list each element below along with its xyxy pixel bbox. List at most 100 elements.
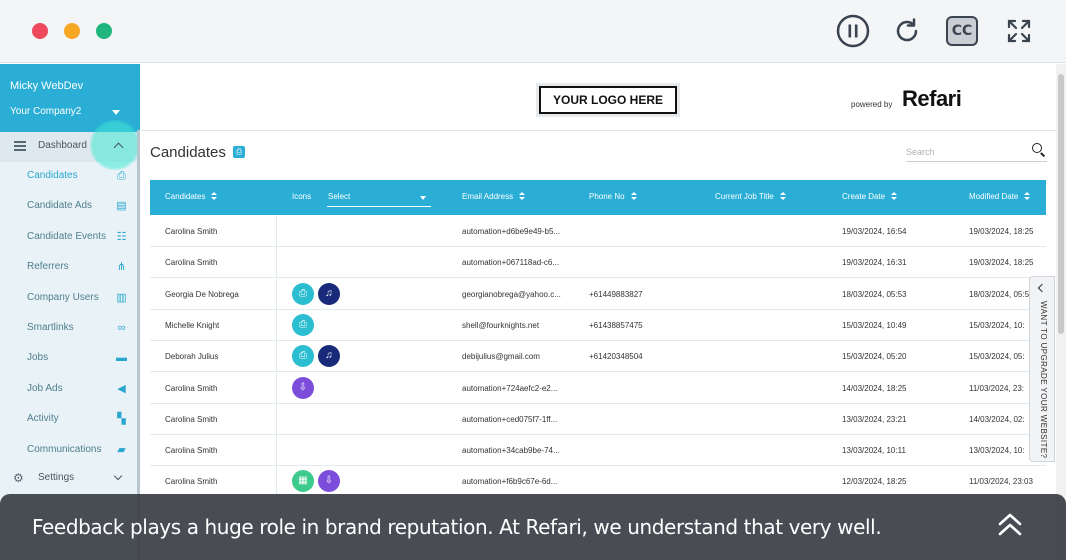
company-logo: YOUR LOGO HERE — [536, 83, 680, 117]
table-row[interactable]: Carolina Smith automation+067118ad-c6... 1… — [150, 247, 1046, 279]
bell-icon[interactable]: ♫ — [318, 282, 340, 305]
table-row[interactable]: Deborah Julius debijulius@gmail.com +61420… — [150, 341, 1046, 373]
caret-down-icon[interactable] — [112, 110, 120, 115]
collapse-caption-button[interactable] — [996, 512, 1024, 543]
restart-button[interactable] — [890, 14, 924, 48]
sidebar-item-company-users[interactable]: Company Users ▥ — [0, 284, 138, 314]
candidate-ad-icon: ▤ — [116, 200, 127, 213]
table-row[interactable]: Carolina Smith automation+724aefc2-e2... 1… — [150, 372, 1046, 404]
cell-modified-date: 19/03/2024, 18:25 — [969, 227, 1034, 236]
briefcase-icon: ▬ — [116, 352, 127, 365]
upgrade-tab-label: WANT TO UPGRADE YOUR WEBSITE? — [1039, 301, 1048, 459]
header-divider — [141, 130, 1056, 131]
powered-by-label: powered by — [851, 100, 893, 109]
table-row[interactable]: Georgia De Nobrega georgianobrega@yahoo.c… — [150, 278, 1046, 310]
cell-modified-date: 15/03/2024, 05: — [969, 352, 1025, 362]
sidebar-item-label: Candidates — [27, 170, 78, 181]
column-divider — [276, 403, 277, 435]
link-icon: ∞ — [117, 322, 126, 334]
company-selector[interactable]: Your Company2 — [10, 106, 81, 117]
bell-icon[interactable]: ♫ — [318, 345, 340, 368]
brand-logo: Refari — [902, 86, 962, 111]
table-row[interactable]: Carolina Smith automation+ced075f7-1ff...… — [150, 403, 1046, 435]
caption-bar: Feedback plays a huge role in brand repu… — [0, 494, 1066, 560]
sidebar-item-activity[interactable]: Activity ▚ — [0, 405, 138, 435]
chevron-left-icon — [1037, 283, 1047, 293]
cell-email: shell@fourknights.net — [462, 320, 540, 330]
cell-candidate-name: Carolina Smith — [165, 258, 218, 268]
minimize-dot[interactable] — [64, 23, 80, 39]
search-icon[interactable] — [1032, 143, 1042, 153]
sort-icon — [1024, 192, 1031, 200]
cell-email: automation+d6be9e49-b5... — [462, 227, 561, 236]
sidebar-item-job-ads[interactable]: Job Ads ◀ — [0, 375, 138, 405]
column-header-candidates[interactable]: Candidates — [165, 192, 218, 201]
scrollbar-thumb[interactable] — [1058, 74, 1064, 334]
column-divider — [276, 372, 277, 404]
column-header-create-date[interactable]: Create Date — [842, 192, 898, 201]
close-dot[interactable] — [32, 23, 48, 39]
column-label: Create Date — [842, 192, 886, 201]
cell-candidate-name: Carolina Smith — [165, 383, 218, 393]
column-divider — [276, 309, 277, 341]
download-icon[interactable]: ⇩ — [318, 470, 340, 493]
table-row[interactable]: Carolina Smith automation+34cab9be-74... 1… — [150, 435, 1046, 467]
sidebar-item-referrers[interactable]: Referrers ⋔ — [0, 253, 138, 283]
sidebar-item-communications[interactable]: Communications ▰ — [0, 436, 138, 466]
cell-candidate-name: Carolina Smith — [165, 414, 218, 424]
icons-filter-select[interactable]: Select — [327, 187, 431, 207]
column-header-phone[interactable]: Phone No — [589, 192, 637, 201]
sidebar-item-label: Activity — [27, 413, 59, 425]
pause-button[interactable] — [836, 14, 870, 48]
table-row[interactable]: Michelle Knight shell@fourknights.net +614… — [150, 309, 1046, 341]
main-content: YOUR LOGO HERE powered by Refari Candida… — [141, 64, 1056, 560]
dropdown-arrow-icon — [420, 196, 426, 200]
sidebar-item-label: Smartlinks — [27, 322, 74, 333]
column-label: Candidates — [165, 192, 206, 201]
column-header-email[interactable]: Email Address — [462, 192, 526, 201]
expand-icon — [1007, 19, 1031, 43]
cell-candidate-name: Georgia De Nobrega — [165, 289, 239, 299]
column-header-icons: Icons — [292, 192, 312, 201]
column-label: Phone No — [589, 192, 625, 201]
sort-icon — [211, 192, 218, 200]
sidebar-item-dashboard[interactable]: Dashboard — [0, 122, 138, 168]
sidebar-item-label: Job Ads — [27, 382, 63, 394]
table-row[interactable]: Carolina Smith automation+f6b9c67e-6d... 1… — [150, 466, 1046, 498]
search-input[interactable]: Search — [906, 142, 1047, 162]
sidebar-item-jobs[interactable]: Jobs ▬ — [0, 344, 138, 374]
grid-icon[interactable]: ▦ — [292, 470, 314, 493]
double-chevron-up-icon — [998, 513, 1022, 536]
column-divider — [276, 466, 277, 498]
cell-create-date: 15/03/2024, 05:20 — [842, 352, 907, 362]
cell-phone: +61449883827 — [589, 289, 643, 299]
sidebar-item-candidate-ads[interactable]: Candidate Ads ▤ — [0, 192, 138, 222]
table-row[interactable]: Carolina Smith automation+d6be9e49-b5... 1… — [150, 216, 1046, 247]
select-value: Select — [328, 192, 351, 201]
clipboard-icon[interactable]: ⎙ — [292, 313, 314, 336]
column-header-job-title[interactable]: Current Job Title — [715, 192, 786, 201]
sidebar-item-label: Settings — [38, 472, 75, 483]
group-icon: ☷ — [116, 230, 127, 243]
sidebar-item-settings[interactable]: ⚙ Settings — [0, 464, 138, 494]
cell-modified-date: 15/03/2024, 10: — [969, 320, 1025, 330]
fullscreen-button[interactable] — [1002, 14, 1036, 48]
column-divider — [276, 435, 277, 467]
column-header-modified-date[interactable]: Modified Date — [969, 192, 1031, 201]
sidebar-item-label: Company Users — [27, 291, 99, 303]
download-icon[interactable]: ⇩ — [292, 376, 314, 399]
sidebar-item-candidates[interactable]: Candidates ⎙ — [0, 162, 138, 192]
captions-button[interactable]: CC — [946, 16, 978, 46]
cell-phone: +61420348504 — [589, 352, 643, 362]
cell-create-date: 18/03/2024, 05:53 — [842, 289, 907, 299]
sidebar-item-smartlinks[interactable]: Smartlinks ∞ — [0, 314, 138, 344]
page-scrollbar[interactable] — [1056, 64, 1066, 560]
sidebar-item-candidate-events[interactable]: Candidate Events ☷ — [0, 223, 138, 253]
maximize-dot[interactable] — [96, 23, 112, 39]
cell-modified-date: 13/03/2024, 10: — [969, 446, 1025, 456]
cell-candidate-name: Deborah Julius — [165, 352, 219, 362]
cell-create-date: 19/03/2024, 16:54 — [842, 227, 907, 236]
clipboard-icon[interactable]: ⎙ — [292, 345, 314, 368]
upgrade-side-tab[interactable]: WANT TO UPGRADE YOUR WEBSITE? — [1029, 276, 1055, 462]
clipboard-icon[interactable]: ⎙ — [292, 282, 314, 305]
